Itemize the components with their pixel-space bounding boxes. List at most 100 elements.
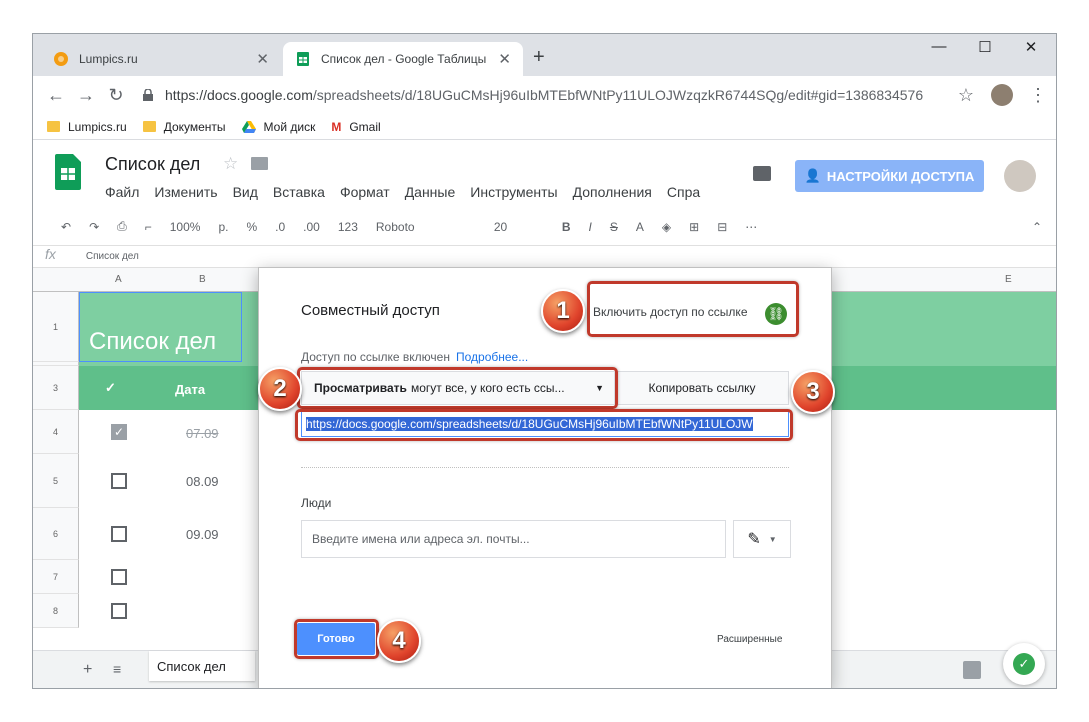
profile-avatar[interactable] <box>991 84 1013 106</box>
decrease-decimal-button[interactable]: .0 <box>275 220 285 234</box>
checkbox[interactable] <box>111 569 127 585</box>
merge-cells-icon[interactable]: ⊟ <box>717 220 727 234</box>
close-tab-icon[interactable]: ✕ <box>498 50 511 68</box>
bookmark-gmail[interactable]: M Gmail <box>331 120 380 134</box>
italic-button[interactable]: I <box>589 220 592 234</box>
tab-title: Список дел - Google Таблицы <box>321 52 487 66</box>
column-a[interactable]: A <box>115 274 122 285</box>
bookmark-drive[interactable]: Мой диск <box>241 120 315 134</box>
collapse-icon[interactable]: ⌃ <box>1032 220 1042 234</box>
bold-button[interactable]: B <box>562 220 571 234</box>
share-label: НАСТРОЙКИ ДОСТУПА <box>826 168 975 184</box>
formula-bar[interactable]: fx Список дел <box>33 246 1056 268</box>
checkbox[interactable] <box>111 603 127 619</box>
chevron-down-icon: ▼ <box>768 534 777 544</box>
row-number[interactable]: 7 <box>33 560 79 594</box>
share-settings-button[interactable]: 👤 НАСТРОЙКИ ДОСТУПА <box>795 160 984 192</box>
undo-icon[interactable]: ↶ <box>61 220 71 234</box>
pencil-icon: ✎ <box>747 531 761 548</box>
increase-decimal-button[interactable]: .00 <box>303 220 320 234</box>
advanced-link[interactable]: Расширенные <box>717 634 782 645</box>
row-number[interactable]: 5 <box>33 454 79 508</box>
column-e[interactable]: E <box>1005 274 1012 285</box>
text-color-button[interactable]: A <box>636 220 644 234</box>
menu-tools[interactable]: Инструменты <box>470 184 557 200</box>
folder-icon <box>142 121 156 132</box>
checkbox[interactable] <box>111 526 127 542</box>
tab-lumpics[interactable]: Lumpics.ru ✕ <box>41 42 281 76</box>
font-select[interactable]: Roboto <box>376 220 476 234</box>
sheet-tab[interactable]: Список дел <box>149 651 255 681</box>
row-date: 08.09 <box>186 474 219 489</box>
fill-color-icon[interactable]: ◈ <box>662 220 671 234</box>
learn-more-link[interactable]: Подробнее... <box>456 350 528 364</box>
strikethrough-button[interactable]: S <box>610 220 618 234</box>
menu-view[interactable]: Вид <box>233 184 258 200</box>
menu-help[interactable]: Спра <box>667 184 700 200</box>
close-window-button[interactable]: ✕ <box>1008 38 1054 56</box>
number-format-button[interactable]: 123 <box>338 220 358 234</box>
status-text: Доступ по ссылке включен <box>301 350 450 364</box>
explore-icon[interactable] <box>963 661 981 679</box>
forward-icon[interactable]: → <box>71 85 101 106</box>
reload-icon[interactable]: ↻ <box>101 85 131 106</box>
share-dialog: Совместный доступ Включить доступ по ссы… <box>258 267 832 688</box>
menu-addons[interactable]: Дополнения <box>573 184 652 200</box>
percent-button[interactable]: % <box>246 220 257 234</box>
row-number[interactable]: 3 <box>33 366 79 410</box>
checkbox-checked[interactable]: ✓ <box>111 424 127 440</box>
close-tab-icon[interactable]: ✕ <box>256 50 269 68</box>
sheet-title-cell: Список дел <box>89 328 217 355</box>
document-title[interactable]: Список дел <box>105 154 200 175</box>
row-number[interactable]: 6 <box>33 508 79 560</box>
tab-strip: Lumpics.ru ✕ Список дел - Google Таблицы… <box>33 34 1056 76</box>
maximize-button[interactable]: ☐ <box>962 38 1008 56</box>
back-icon[interactable]: ← <box>41 85 71 106</box>
bookmark-lumpics[interactable]: Lumpics.ru <box>47 120 127 134</box>
copy-link-button[interactable]: Копировать ссылку <box>615 371 789 405</box>
folder-move-icon[interactable] <box>251 157 268 170</box>
currency-button[interactable]: р. <box>218 220 228 234</box>
dialog-title: Совместный доступ <box>301 302 440 319</box>
print-icon[interactable]: ⎙ <box>117 219 127 234</box>
row-number[interactable]: 4 <box>33 410 79 454</box>
tab-title: Lumpics.ru <box>79 52 138 66</box>
checkbox[interactable] <box>111 473 127 489</box>
menu-data[interactable]: Данные <box>405 184 456 200</box>
tab-sheets[interactable]: Список дел - Google Таблицы ✕ <box>283 42 523 76</box>
redo-icon[interactable]: ↷ <box>89 220 99 234</box>
more-icon[interactable]: ⋯ <box>745 220 757 234</box>
paint-format-icon[interactable]: ⌐ <box>145 220 152 234</box>
highlight-box-4 <box>294 619 379 659</box>
star-icon[interactable]: ☆ <box>223 154 238 174</box>
zoom-select[interactable]: 100% <box>170 220 201 234</box>
new-tab-button[interactable]: + <box>533 46 545 69</box>
column-b[interactable]: B <box>199 274 206 285</box>
menu-edit[interactable]: Изменить <box>154 184 217 200</box>
shield-check-icon: ✓ <box>1013 653 1035 675</box>
menu-format[interactable]: Формат <box>340 184 390 200</box>
comments-icon[interactable] <box>753 166 771 181</box>
add-sheet-icon[interactable]: + <box>83 661 92 679</box>
drive-icon <box>241 120 256 133</box>
row-number[interactable]: 8 <box>33 594 79 628</box>
people-input[interactable]: Введите имена или адреса эл. почты... <box>301 520 726 558</box>
edit-permission-button[interactable]: ✎ ▼ <box>733 520 791 558</box>
step-badge-2: 2 <box>258 367 302 411</box>
font-size-select[interactable]: 20 <box>494 220 544 234</box>
address-bar[interactable]: https://docs.google.com/spreadsheets/d/1… <box>143 81 983 109</box>
user-avatar[interactable] <box>1004 160 1036 192</box>
menu-file[interactable]: Файл <box>105 184 139 200</box>
star-icon[interactable]: ☆ <box>951 85 981 106</box>
formula-content: Список дел <box>85 251 139 262</box>
bookmark-label: Документы <box>163 119 226 134</box>
bookmark-documents[interactable]: Документы <box>142 119 226 134</box>
menu-kebab-icon[interactable]: ⋮ <box>1023 85 1053 106</box>
borders-icon[interactable]: ⊞ <box>689 220 699 234</box>
all-sheets-icon[interactable]: ≡ <box>113 661 121 677</box>
menu-insert[interactable]: Вставка <box>273 184 325 200</box>
minimize-button[interactable]: — <box>916 38 962 55</box>
menu-bar: Файл Изменить Вид Вставка Формат Данные … <box>105 184 715 200</box>
security-extension-button[interactable]: ✓ <box>1003 643 1045 685</box>
row-number[interactable]: 1 <box>33 292 79 362</box>
